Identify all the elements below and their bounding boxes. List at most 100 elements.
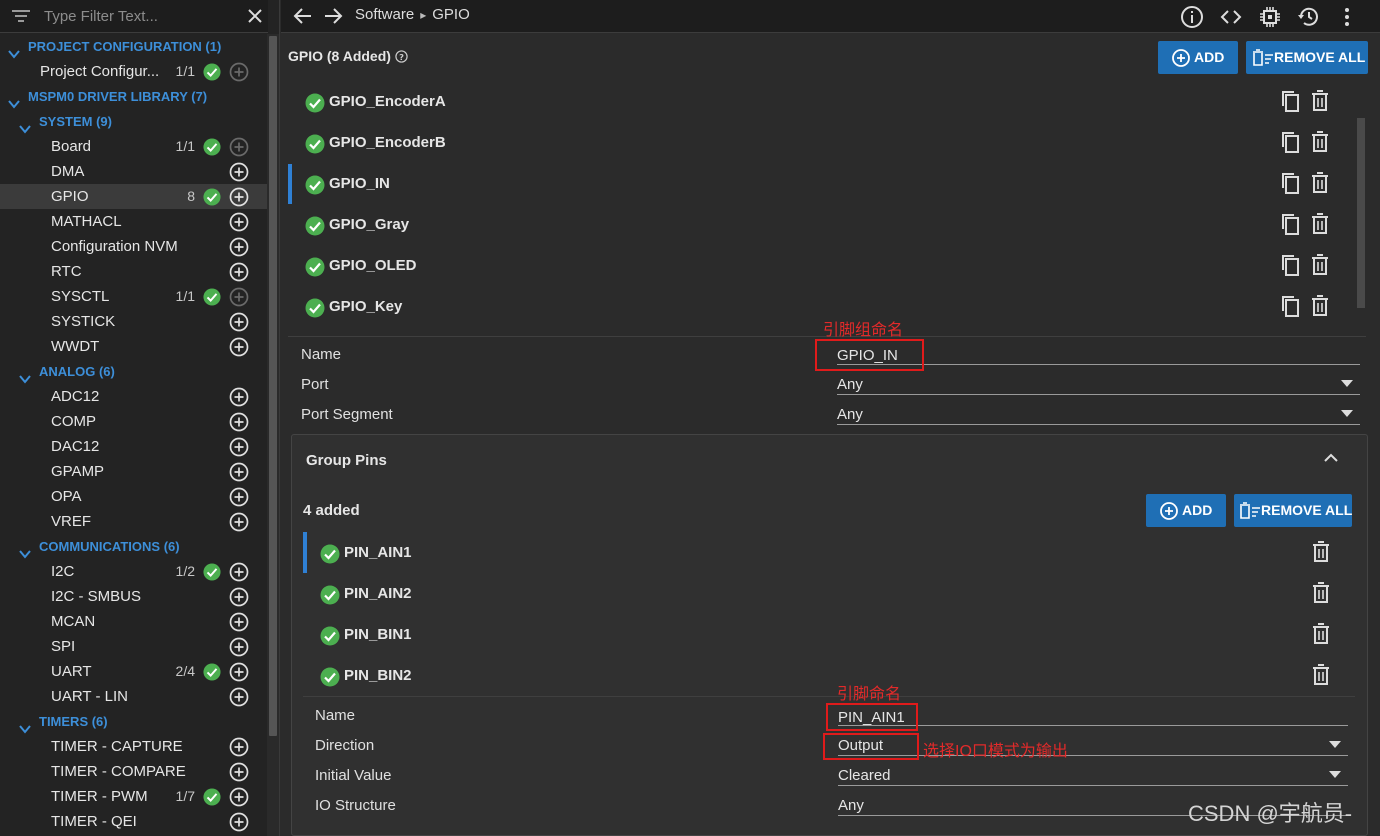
tree-item-i2c[interactable]: I2C 1/2 [0,559,267,584]
delete-icon[interactable] [1311,254,1329,276]
copy-icon[interactable] [1281,254,1299,276]
tree-item-vref[interactable]: VREF [0,509,267,534]
add-gpio-button[interactable]: ADD [1158,41,1238,74]
back-arrow-icon[interactable] [293,7,313,25]
add-circle-icon[interactable] [229,737,249,757]
tree-item-opa[interactable]: OPA [0,484,267,509]
tree-item-timer-capture[interactable]: TIMER - CAPTURE [0,734,267,759]
filter-input[interactable] [44,5,234,27]
chevron-down-icon[interactable] [8,92,20,109]
gpio-list-scrollbar[interactable] [1357,118,1365,308]
tree-item-spi[interactable]: SPI [0,634,267,659]
tree-item-project-configuration[interactable]: Project Configur... 1/1 [0,59,267,84]
delete-icon[interactable] [1311,172,1329,194]
collapse-chevron-icon[interactable] [1324,453,1338,463]
add-circle-icon[interactable] [229,762,249,782]
delete-icon[interactable] [1312,582,1330,604]
copy-icon[interactable] [1281,131,1299,153]
chevron-down-icon[interactable] [19,717,31,734]
tree-item-sysctl[interactable]: SYSCTL 1/1 [0,284,267,309]
delete-icon[interactable] [1311,295,1329,317]
add-circle-icon[interactable] [229,387,249,407]
direction-dropdown-icon[interactable] [1329,741,1341,748]
tree-system[interactable]: SYSTEM (9) [0,109,267,134]
add-circle-icon[interactable] [229,512,249,532]
tree-item-dma[interactable]: DMA [0,159,267,184]
delete-icon[interactable] [1312,664,1330,686]
add-circle-icon[interactable] [229,787,249,807]
clear-filter-icon[interactable] [247,8,263,24]
tree-item-gpio[interactable]: GPIO 8 [0,184,267,209]
add-circle-icon[interactable] [229,212,249,232]
add-circle-icon[interactable] [229,337,249,357]
tree-communications[interactable]: COMMUNICATIONS (6) [0,534,267,559]
chevron-down-icon[interactable] [19,542,31,559]
tree-item-timer-pwm[interactable]: TIMER - PWM 1/7 [0,784,267,809]
copy-icon[interactable] [1281,90,1299,112]
delete-icon[interactable] [1312,623,1330,645]
add-circle-icon[interactable] [229,487,249,507]
tree-item-wwdt[interactable]: WWDT [0,334,267,359]
chip-icon[interactable] [1258,5,1282,29]
sidebar-scrollbar-thumb[interactable] [269,36,277,736]
tree-project-configuration[interactable]: PROJECT CONFIGURATION (1) [0,34,267,59]
group-pins-title[interactable]: Group Pins [306,452,387,469]
tree-item-dac12[interactable]: DAC12 [0,434,267,459]
delete-icon[interactable] [1311,90,1329,112]
add-circle-icon[interactable] [229,812,249,832]
add-circle-icon[interactable] [229,312,249,332]
add-circle-icon[interactable] [229,462,249,482]
tree-analog[interactable]: ANALOG (6) [0,359,267,384]
tree-item-uart-lin[interactable]: UART - LIN [0,684,267,709]
add-circle-icon[interactable] [229,262,249,282]
add-pin-button[interactable]: ADD [1146,494,1226,527]
tree-item-uart[interactable]: UART 2/4 [0,659,267,684]
add-circle-icon[interactable] [229,637,249,657]
forward-arrow-icon[interactable] [323,7,343,25]
tree-item-board[interactable]: Board 1/1 [0,134,267,159]
tree-item-adc12[interactable]: ADC12 [0,384,267,409]
tree-item-timer-qei[interactable]: TIMER - QEI [0,809,267,834]
delete-icon[interactable] [1311,131,1329,153]
remove-all-gpio-button[interactable]: REMOVE ALL [1246,41,1368,74]
tree-item-configuration-nvm[interactable]: Configuration NVM [0,234,267,259]
io-structure-select[interactable]: Any [838,797,864,814]
initial-value-select[interactable]: Cleared [838,767,891,784]
copy-icon[interactable] [1281,213,1299,235]
chevron-down-icon[interactable] [19,367,31,384]
breadcrumb-gpio[interactable]: GPIO [432,6,470,23]
tree-item-i2c-smbus[interactable]: I2C - SMBUS [0,584,267,609]
port-segment-dropdown-icon[interactable] [1341,410,1353,417]
breadcrumb-software[interactable]: Software [355,6,414,23]
add-circle-icon[interactable] [229,237,249,257]
initial-value-dropdown-icon[interactable] [1329,771,1341,778]
add-circle-icon[interactable] [229,162,249,182]
code-view-icon[interactable] [1219,5,1243,29]
chevron-down-icon[interactable] [19,117,31,134]
delete-icon[interactable] [1312,541,1330,563]
add-circle-icon[interactable] [229,587,249,607]
tree-item-systick[interactable]: SYSTICK [0,309,267,334]
tree-mspm0-driver-library[interactable]: MSPM0 DRIVER LIBRARY (7) [0,84,267,109]
add-circle-icon[interactable] [229,612,249,632]
tree-item-mcan[interactable]: MCAN [0,609,267,634]
tree-item-mathacl[interactable]: MATHACL [0,209,267,234]
copy-icon[interactable] [1281,172,1299,194]
add-circle-icon[interactable] [229,662,249,682]
info-icon[interactable] [1180,5,1204,29]
add-circle-icon[interactable] [229,562,249,582]
tree-item-gpamp[interactable]: GPAMP [0,459,267,484]
history-icon[interactable] [1297,5,1321,29]
tree-item-timer-compare[interactable]: TIMER - COMPARE [0,759,267,784]
add-circle-icon[interactable] [229,187,249,207]
tree-item-rtc[interactable]: RTC [0,259,267,284]
chevron-down-icon[interactable] [8,42,20,59]
help-icon[interactable]: ? [395,50,408,63]
delete-icon[interactable] [1311,213,1329,235]
add-circle-icon[interactable] [229,687,249,707]
port-segment-select[interactable]: Any [837,406,863,423]
copy-icon[interactable] [1281,295,1299,317]
add-circle-icon[interactable] [229,437,249,457]
add-circle-icon[interactable] [229,412,249,432]
port-dropdown-icon[interactable] [1341,380,1353,387]
